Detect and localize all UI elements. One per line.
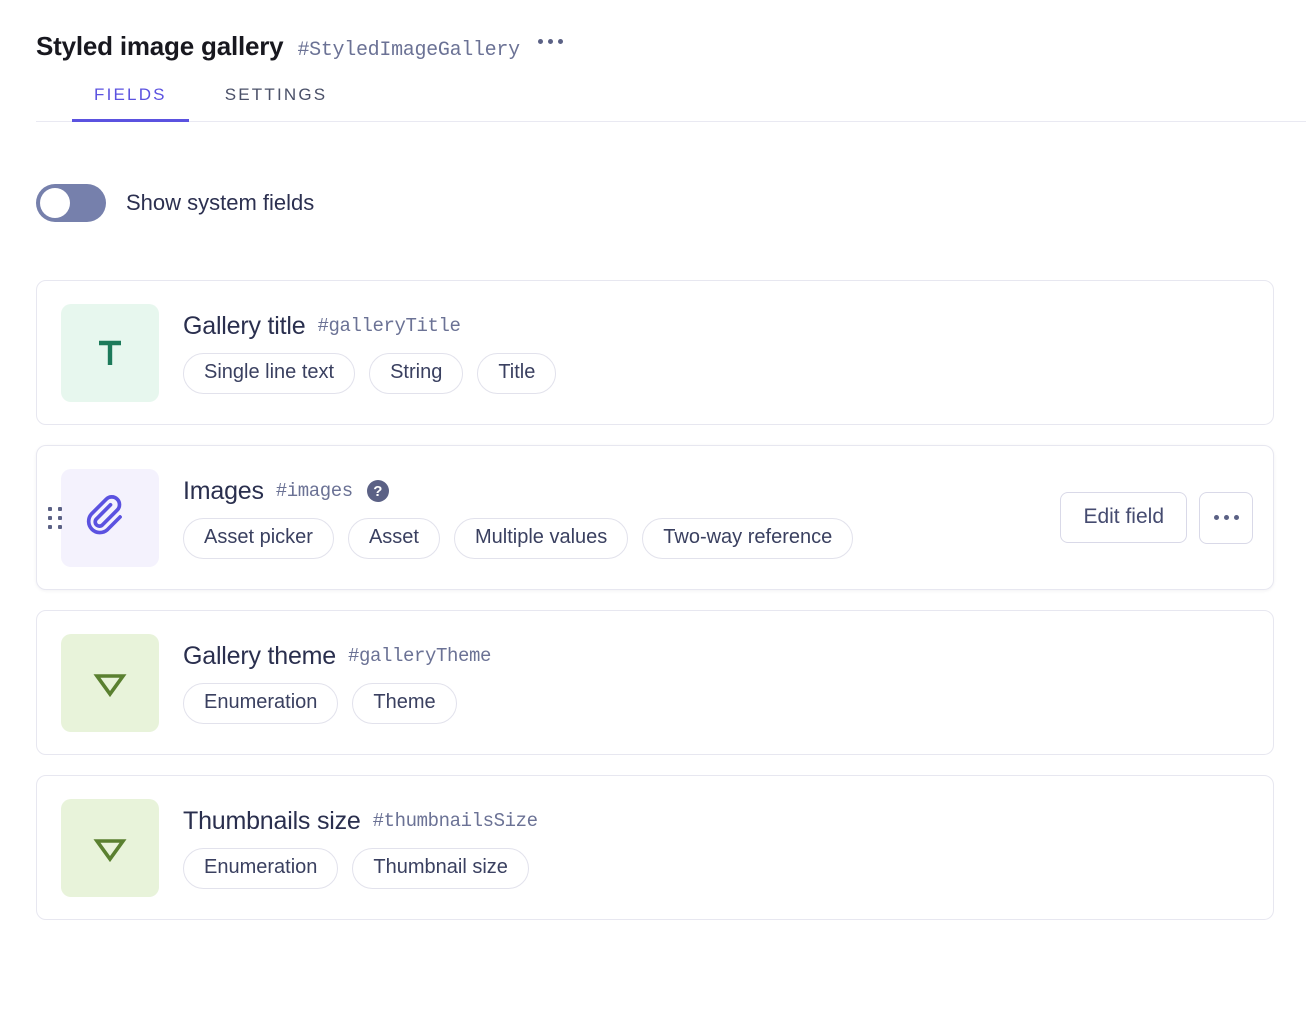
field-tag: Single line text (183, 352, 356, 394)
drag-dot (48, 524, 52, 529)
field-tag-row: Enumeration Thumbnail size (183, 847, 1253, 889)
field-card[interactable]: Gallery theme #galleryTheme Enumeration … (36, 610, 1274, 755)
edit-field-button[interactable]: Edit field (1060, 491, 1187, 544)
page-api-id: #StyledImageGallery (297, 39, 520, 62)
field-api-id: #thumbnailsSize (372, 810, 538, 832)
page-header: Styled image gallery #StyledImageGallery… (0, 0, 1306, 122)
ellipsis-dot (1213, 515, 1219, 520)
ellipsis-dot (547, 38, 553, 44)
enumeration-icon (61, 798, 159, 897)
page-title: Styled image gallery (36, 31, 284, 61)
tab-bar: FIELDS SETTINGS (36, 84, 1306, 122)
field-card[interactable]: Gallery title #galleryTitle Single line … (36, 280, 1274, 425)
drag-dot (48, 515, 52, 520)
field-tag: Title (477, 352, 557, 394)
field-tag: Asset picker (183, 517, 334, 559)
field-name-row: Gallery theme #galleryTheme (183, 642, 1253, 671)
text-field-icon (61, 303, 159, 402)
drag-dot (58, 524, 62, 529)
field-actions: Edit field (1060, 491, 1253, 544)
field-tag: Enumeration (183, 682, 339, 724)
field-api-id: #galleryTitle (317, 315, 461, 337)
ellipsis-dot (557, 38, 563, 44)
field-body: Gallery theme #galleryTheme Enumeration … (183, 636, 1253, 730)
help-icon[interactable]: ? (366, 480, 389, 502)
field-list: Gallery title #galleryTitle Single line … (0, 280, 1306, 920)
show-system-fields-label: Show system fields (126, 190, 315, 215)
tab-settings[interactable]: SETTINGS (203, 85, 350, 122)
field-tag: Multiple values (453, 517, 629, 559)
field-body: Thumbnails size #thumbnailsSize Enumerat… (183, 801, 1253, 895)
drag-dot (48, 506, 52, 511)
field-more-menu-button[interactable] (1199, 491, 1253, 544)
field-name-row: Gallery title #galleryTitle (183, 312, 1253, 341)
field-card[interactable]: Images #images ? Asset picker Asset Mult… (36, 445, 1274, 590)
field-tag: Asset (347, 517, 440, 559)
field-name: Images (183, 476, 264, 505)
enumeration-icon (61, 633, 159, 732)
field-body: Gallery title #galleryTitle Single line … (183, 306, 1253, 400)
drag-dot (58, 506, 62, 511)
field-name-row: Images #images ? (183, 477, 1044, 506)
field-tag-row: Enumeration Theme (183, 682, 1253, 724)
ellipsis-icon[interactable] (536, 35, 565, 48)
show-system-fields-toggle[interactable] (36, 184, 106, 222)
tab-fields[interactable]: FIELDS (72, 85, 189, 122)
drag-handle-icon[interactable] (45, 504, 65, 532)
ellipsis-dot (537, 38, 543, 44)
field-body: Images #images ? Asset picker Asset Mult… (183, 471, 1044, 565)
field-tag: Two-way reference (642, 517, 854, 559)
field-name-row: Thumbnails size #thumbnailsSize (183, 807, 1253, 836)
field-tag: Theme (352, 682, 457, 724)
field-api-id: #images (275, 480, 353, 502)
field-name: Gallery title (183, 311, 306, 340)
field-name: Gallery theme (183, 641, 337, 670)
field-name: Thumbnails size (183, 806, 361, 835)
paperclip-icon (61, 468, 159, 567)
toggle-knob (40, 188, 70, 218)
field-tag-row: Asset picker Asset Multiple values Two-w… (183, 517, 1044, 559)
show-system-fields-row: Show system fields (0, 122, 1306, 222)
content-type-editor-page: Styled image gallery #StyledImageGallery… (0, 0, 1306, 1032)
ellipsis-dot (1233, 515, 1239, 520)
field-tag: Enumeration (183, 847, 339, 889)
field-card[interactable]: Thumbnails size #thumbnailsSize Enumerat… (36, 775, 1274, 920)
field-tag: Thumbnail size (352, 847, 529, 889)
title-row: Styled image gallery #StyledImageGallery (36, 32, 1306, 62)
field-api-id: #galleryTheme (348, 645, 492, 667)
ellipsis-dot (1223, 515, 1229, 520)
field-tag: String (369, 352, 464, 394)
drag-dot (58, 515, 62, 520)
field-tag-row: Single line text String Title (183, 352, 1253, 394)
